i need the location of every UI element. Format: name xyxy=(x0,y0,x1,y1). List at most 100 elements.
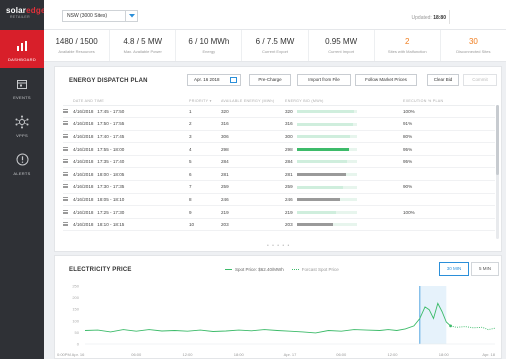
row-execution: 100% xyxy=(403,205,495,219)
drag-handle-icon[interactable] xyxy=(63,167,73,182)
bid-bar-fill xyxy=(296,110,354,114)
kpi-value: 1480 / 1500 xyxy=(55,37,98,46)
chevron-down-icon xyxy=(125,11,137,21)
row-available: 284 xyxy=(221,155,285,169)
table-row[interactable]: 4/16/2018 17:45 - 17:50 1 320 320 100% xyxy=(63,105,495,119)
y-tick-label: 200 xyxy=(72,295,79,300)
bid-bar-fill xyxy=(296,198,341,202)
resize-handle[interactable]: • • • • • xyxy=(267,243,290,249)
date-picker[interactable]: Apr. 16 2018 xyxy=(187,74,241,86)
y-tick-label: 0 xyxy=(77,342,80,347)
table-row[interactable]: 4/16/2018 18:10 - 18:15 10 203 203 xyxy=(63,218,495,232)
drag-handle-icon[interactable] xyxy=(63,180,73,194)
bid-bar-fill xyxy=(296,185,343,189)
sort-down-icon: ▾ xyxy=(209,98,212,103)
drag-handle-icon[interactable] xyxy=(63,142,73,156)
drag-handle-icon[interactable] xyxy=(63,193,73,207)
legend-swatch-spot xyxy=(225,269,232,270)
legend-spot-value: $62.40/MWh xyxy=(258,267,284,272)
clear-bid-button[interactable]: Clear Bid xyxy=(427,74,459,86)
bid-bar-fill xyxy=(296,135,351,139)
row-datetime: 4/16/2018 17:40 - 17:45 xyxy=(73,130,189,144)
table-row[interactable]: 4/16/2018 17:55 - 18:00 4 298 298 95% xyxy=(63,142,495,156)
interval-5min-toggle[interactable]: 5 MIN xyxy=(471,262,499,276)
divider xyxy=(449,10,450,24)
site-select[interactable]: NSW (3000 Sites) xyxy=(62,10,138,22)
kpi-value: 4.8 / 5 MW xyxy=(123,37,163,46)
table-row[interactable]: 4/16/2018 17:25 - 17:30 9 219 219 100% xyxy=(63,205,495,219)
kpi-disconnected[interactable]: 30 Disconnected Sites xyxy=(441,30,506,61)
row-priority: 3 xyxy=(189,130,221,144)
calendar-icon xyxy=(13,75,31,93)
chart-legend: Spot Price: $62.40/MWh Forcast Spot Pric… xyxy=(225,267,339,272)
bid-bar xyxy=(296,223,357,227)
kpi-max-power: 4.8 / 5 MW Max. Available Power xyxy=(110,30,177,61)
row-bid: 284 xyxy=(285,155,403,169)
drag-handle-icon[interactable] xyxy=(63,205,73,219)
follow-market-prices-button[interactable]: Follow Market Prices xyxy=(355,74,417,86)
sidebar-item-vpps[interactable]: VPPS xyxy=(0,106,44,144)
table-row[interactable]: 4/16/2018 18:05 - 18:10 8 246 246 xyxy=(63,193,495,207)
row-priority: 9 xyxy=(189,205,221,219)
row-execution: 100% xyxy=(403,105,495,119)
bid-bar xyxy=(296,147,357,151)
drag-handle-icon[interactable] xyxy=(63,117,73,131)
drag-handle-icon[interactable] xyxy=(63,155,73,169)
date-value: Apr. 16 2018 xyxy=(194,77,220,82)
table-row[interactable]: 4/16/2018 18:00 - 18:05 6 281 281 xyxy=(63,167,495,182)
drag-handle-icon[interactable] xyxy=(63,218,73,232)
price-chart: 250 200 150 100 50 0 0:00PM Apr. 16 06:00 12:00 1… xyxy=(57,284,496,358)
drag-handle-icon[interactable] xyxy=(63,130,73,144)
row-execution: 95% xyxy=(403,142,495,156)
column-header-date[interactable]: DATE AND TIME xyxy=(73,97,189,106)
bid-bar xyxy=(296,210,357,214)
interval-30min-toggle[interactable]: 30 MIN xyxy=(439,262,469,276)
row-execution xyxy=(403,167,495,182)
kpi-value: 30 xyxy=(468,37,478,46)
row-available: 320 xyxy=(221,105,285,119)
network-icon xyxy=(13,113,31,131)
sidebar-item-label: DASHBOARD xyxy=(7,56,37,62)
kpi-malfunction[interactable]: 2 Sites with Malfunction xyxy=(375,30,441,61)
commit-button[interactable]: Commit xyxy=(463,74,497,86)
row-bid: 219 xyxy=(285,205,403,219)
updated-status: Updated: 18:80 xyxy=(412,15,446,21)
kpi-value: 0.95 MW xyxy=(325,37,358,46)
row-available: 281 xyxy=(221,167,285,182)
column-header-available: AVAILABLE ENERGY (MWh) xyxy=(221,97,285,106)
sidebar-item-dashboard[interactable]: DASHBOARD xyxy=(0,30,44,68)
table-row[interactable]: 4/16/2018 17:50 - 17:55 2 316 316 91% xyxy=(63,117,495,131)
row-priority: 1 xyxy=(189,105,221,119)
row-priority: 2 xyxy=(189,117,221,131)
row-execution xyxy=(403,218,495,232)
row-priority: 6 xyxy=(189,167,221,182)
site-select-value: NSW (3000 Sites) xyxy=(67,13,108,19)
top-bar: NSW (3000 Sites) Updated: 18:80 xyxy=(44,0,506,30)
import-file-button[interactable]: Import from File xyxy=(297,74,351,86)
table-row[interactable]: 4/16/2018 17:30 - 17:35 7 259 259 90% xyxy=(63,180,495,194)
drag-handle-icon[interactable] xyxy=(63,105,73,119)
legend-forecast-label: Forcast Spot Price xyxy=(301,267,339,272)
bid-bar xyxy=(296,122,357,126)
bid-bar-fill xyxy=(296,122,354,126)
row-bid: 316 xyxy=(285,117,403,131)
y-tick-label: 100 xyxy=(72,318,79,323)
pre-charge-button[interactable]: Pre-Charge xyxy=(249,74,291,86)
sidebar-item-alerts[interactable]: ALERTS xyxy=(0,144,44,182)
row-priority: 4 xyxy=(189,142,221,156)
kpi-value: 6 / 7.5 MW xyxy=(255,37,295,46)
dispatch-table: DATE AND TIME PRIORITY ▾ AVAILABLE ENERG… xyxy=(63,97,495,232)
bid-bar-fill xyxy=(296,223,333,227)
scrollbar[interactable] xyxy=(496,105,499,239)
row-available: 246 xyxy=(221,193,285,207)
row-bid: 246 xyxy=(285,193,403,207)
row-datetime: 4/16/2018 18:10 - 18:15 xyxy=(73,218,189,232)
row-datetime: 4/16/2018 18:00 - 18:05 xyxy=(73,167,189,182)
row-execution: 91% xyxy=(403,117,495,131)
sidebar-item-events[interactable]: EVENTS xyxy=(0,68,44,106)
row-bid: 320 xyxy=(285,105,403,119)
table-row[interactable]: 4/16/2018 17:40 - 17:45 3 306 300 80% xyxy=(63,130,495,144)
x-tick-label: Apr. 17 xyxy=(284,352,297,357)
column-header-priority[interactable]: PRIORITY ▾ xyxy=(189,97,221,106)
table-row[interactable]: 4/16/2018 17:35 - 17:40 5 284 284 95% xyxy=(63,155,495,169)
